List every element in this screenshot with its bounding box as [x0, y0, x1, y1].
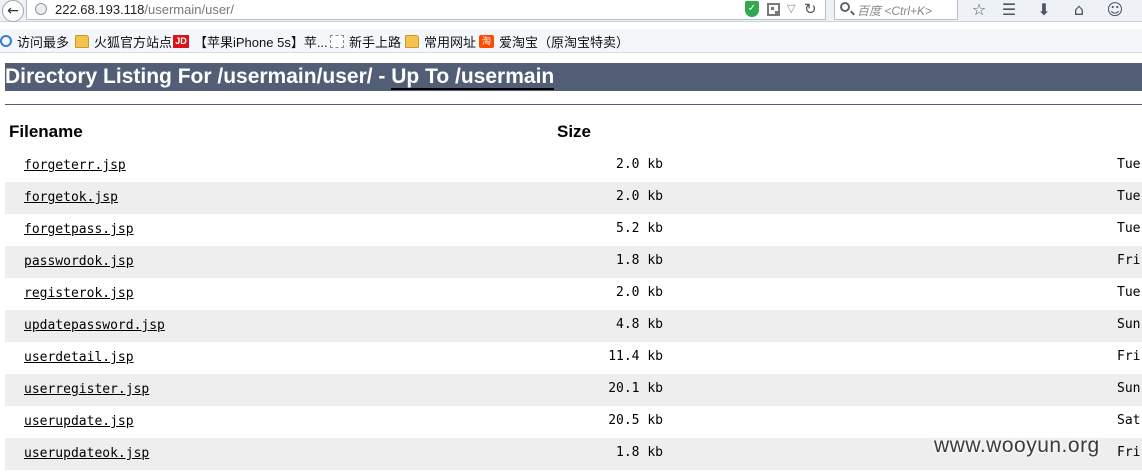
file-date: Sat	[1117, 413, 1141, 428]
file-size: 5.2 kb	[616, 221, 663, 236]
bookmark-label: 常用网址	[424, 34, 477, 50]
file-date: Fri	[1117, 445, 1141, 460]
qr-code-icon[interactable]	[767, 3, 780, 16]
address-bar[interactable]: 222.68.193.118/usermain/user/ ✓ ▽ ↻	[26, 0, 826, 20]
browser-toolbar: ← 222.68.193.118/usermain/user/ ✓ ▽ ↻ 百度…	[0, 0, 1142, 22]
page-title: Directory Listing For /usermain/user/ - …	[5, 63, 1142, 91]
file-size: 11.4 kb	[608, 349, 663, 364]
globe-icon	[35, 3, 47, 15]
bookmark-label: 火狐官方站点	[94, 34, 173, 50]
arrow-left-icon: ←	[7, 3, 19, 19]
file-link[interactable]: forgetpass.jsp	[24, 222, 134, 237]
bookmarks-list-icon[interactable]: ☰	[998, 0, 1020, 20]
file-link[interactable]: userregister.jsp	[24, 382, 149, 397]
file-date: Tue	[1117, 221, 1141, 236]
file-size: 2.0 kb	[616, 189, 663, 204]
file-date: Tue	[1117, 285, 1141, 300]
file-link[interactable]: registerok.jsp	[24, 286, 134, 301]
up-to-parent-link[interactable]: Up To /usermain	[391, 65, 555, 90]
column-header-filename[interactable]: Filename	[9, 122, 83, 142]
file-size: 20.5 kb	[608, 413, 663, 428]
file-date: Fri	[1117, 253, 1141, 268]
bookmark-label: 爱淘宝（原淘宝特卖）	[499, 34, 630, 50]
file-size: 1.8 kb	[616, 445, 663, 460]
file-date: Sun	[1117, 317, 1141, 332]
file-link[interactable]: passwordok.jsp	[24, 254, 134, 269]
file-link[interactable]: forgetok.jsp	[24, 190, 118, 205]
search-icon	[840, 2, 850, 12]
star-icon[interactable]: ☆	[968, 0, 990, 20]
file-link[interactable]: userdetail.jsp	[24, 350, 134, 365]
gear-icon	[0, 35, 12, 47]
home-icon[interactable]: ⌂	[1068, 0, 1090, 20]
bookmarks-bar: 访问最多 火狐官方站点 JD 【苹果iPhone 5s】苹... 新手上路 常用…	[0, 29, 1142, 53]
back-button[interactable]: ←	[2, 0, 24, 22]
file-link[interactable]: forgeterr.jsp	[24, 158, 126, 173]
file-size: 20.1 kb	[608, 381, 663, 396]
url-host: 222.68.193.118	[55, 2, 145, 17]
bookmark-taobao[interactable]: 淘 爱淘宝（原淘宝特卖）	[479, 32, 629, 50]
bookmark-label: 访问最多	[17, 34, 70, 50]
watermark: www.wooyun.org	[934, 434, 1100, 457]
bookmark-getting-started[interactable]: 新手上路	[330, 32, 401, 50]
folder-icon	[405, 34, 419, 48]
file-size: 4.8 kb	[616, 317, 663, 332]
shield-icon[interactable]: ✓	[745, 1, 759, 17]
download-icon[interactable]: ⬇	[1033, 0, 1055, 20]
file-date: Tue	[1117, 189, 1141, 204]
file-link[interactable]: updatepassword.jsp	[24, 318, 165, 333]
table-row: userregister.jsp 20.1 kb Sun	[5, 374, 1142, 406]
table-row: passwordok.jsp 1.8 kb Fri	[5, 246, 1142, 278]
search-bar[interactable]: 百度 <Ctrl+K>	[834, 0, 958, 20]
file-date: Fri	[1117, 349, 1141, 364]
table-row: forgeterr.jsp 2.0 kb Tue	[5, 150, 1142, 182]
reload-icon[interactable]: ↻	[804, 0, 817, 18]
file-date: Sun	[1117, 381, 1141, 396]
column-header-size[interactable]: Size	[557, 122, 591, 142]
page-title-text: Directory Listing For /usermain/user/ -	[5, 65, 392, 88]
table-row: registerok.jsp 2.0 kb Tue	[5, 278, 1142, 310]
search-placeholder: 百度 <Ctrl+K>	[857, 4, 933, 18]
bookmark-label: 新手上路	[349, 34, 402, 50]
file-date: Tue	[1117, 157, 1141, 172]
table-row: forgetok.jsp 2.0 kb Tue	[5, 182, 1142, 214]
file-link[interactable]: userupdate.jsp	[24, 414, 134, 429]
table-row: forgetpass.jsp 5.2 kb Tue	[5, 214, 1142, 246]
jd-icon: JD	[173, 34, 189, 48]
divider	[5, 104, 1142, 105]
bookmark-firefox-site[interactable]: 火狐官方站点	[75, 32, 172, 50]
file-size: 2.0 kb	[616, 285, 663, 300]
folder-icon	[75, 34, 89, 48]
file-list: forgeterr.jsp 2.0 kb Tue forgetok.jsp 2.…	[5, 150, 1142, 470]
bookmark-common-sites[interactable]: 常用网址	[405, 32, 476, 50]
url-path: /usermain/user/	[144, 2, 234, 17]
taobao-icon: 淘	[479, 34, 494, 48]
url-text[interactable]: 222.68.193.118/usermain/user/	[55, 2, 234, 17]
bookmark-label: 【苹果iPhone 5s】苹...	[194, 34, 328, 50]
bookmark-jd-iphone[interactable]: JD 【苹果iPhone 5s】苹...	[173, 32, 328, 50]
bookmark-most-visited[interactable]: 访问最多	[0, 32, 69, 50]
file-link[interactable]: userupdateok.jsp	[24, 446, 149, 461]
file-size: 1.8 kb	[616, 253, 663, 268]
chevron-down-icon[interactable]: ▽	[787, 2, 795, 15]
file-size: 2.0 kb	[616, 157, 663, 172]
page-icon	[330, 34, 344, 48]
table-row: updatepassword.jsp 4.8 kb Sun	[5, 310, 1142, 342]
smiley-icon[interactable]: ☺	[1104, 0, 1126, 20]
table-row: userdetail.jsp 11.4 kb Fri	[5, 342, 1142, 374]
